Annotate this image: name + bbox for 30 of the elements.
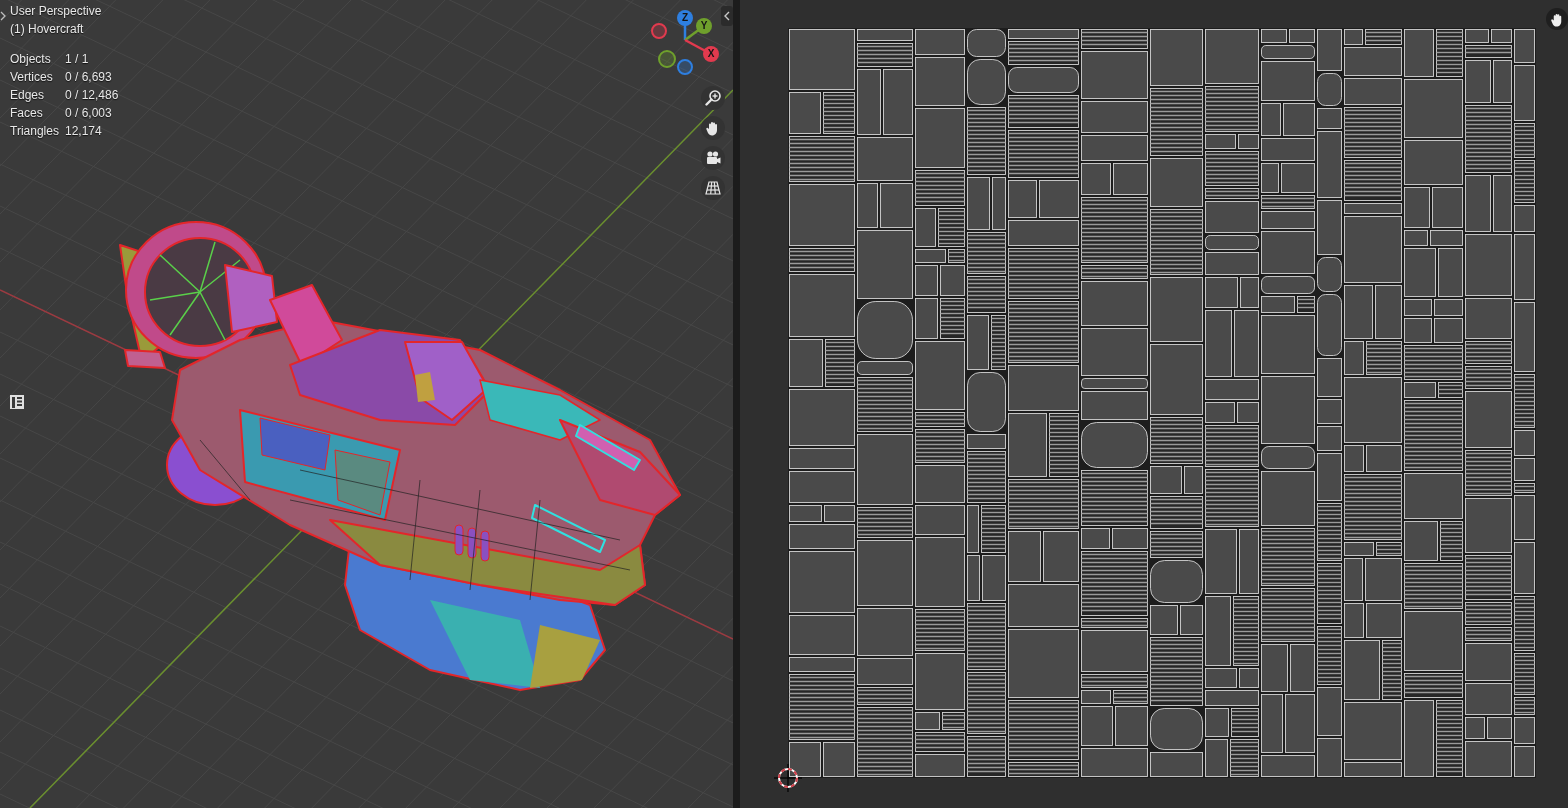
axis-circle-icon[interactable] xyxy=(651,23,667,39)
axis-circle-icon[interactable] xyxy=(658,50,676,68)
axis-button[interactable]: X xyxy=(703,46,719,62)
object-name: (1) Hovercraft xyxy=(10,21,85,38)
stat-value: 12,174 xyxy=(65,123,103,140)
cursor-icon[interactable] xyxy=(774,764,802,792)
grid-icon xyxy=(705,180,721,196)
stat-value: 0 / 6,003 xyxy=(65,105,113,122)
perspective-button[interactable] xyxy=(701,176,725,200)
stat-label: Vertices xyxy=(10,69,54,86)
axis-button[interactable]: Y xyxy=(696,18,712,34)
stat-value: 0 / 12,486 xyxy=(65,87,119,104)
pan-button[interactable] xyxy=(701,116,725,140)
axis-button[interactable]: Z xyxy=(677,10,693,26)
zoom-icon xyxy=(705,90,721,106)
stat-label: Objects xyxy=(10,51,52,68)
camera-icon xyxy=(705,150,721,166)
zoom-button[interactable] xyxy=(701,86,725,110)
chevron-left-icon[interactable] xyxy=(721,6,733,26)
stat-label: Faces xyxy=(10,105,44,122)
stat-value: 0 / 6,693 xyxy=(65,69,113,86)
view-name: User Perspective xyxy=(10,3,103,20)
stat-label: Edges xyxy=(10,87,46,104)
stat-value: 1 / 1 xyxy=(65,51,90,68)
stat-label: Triangles xyxy=(10,123,60,140)
pan-button[interactable] xyxy=(1546,8,1568,30)
chevron-right-icon[interactable] xyxy=(0,11,6,21)
panel-toggle-icon[interactable] xyxy=(9,394,25,410)
axis-circle-icon[interactable] xyxy=(677,59,693,75)
camera-button[interactable] xyxy=(701,146,725,170)
